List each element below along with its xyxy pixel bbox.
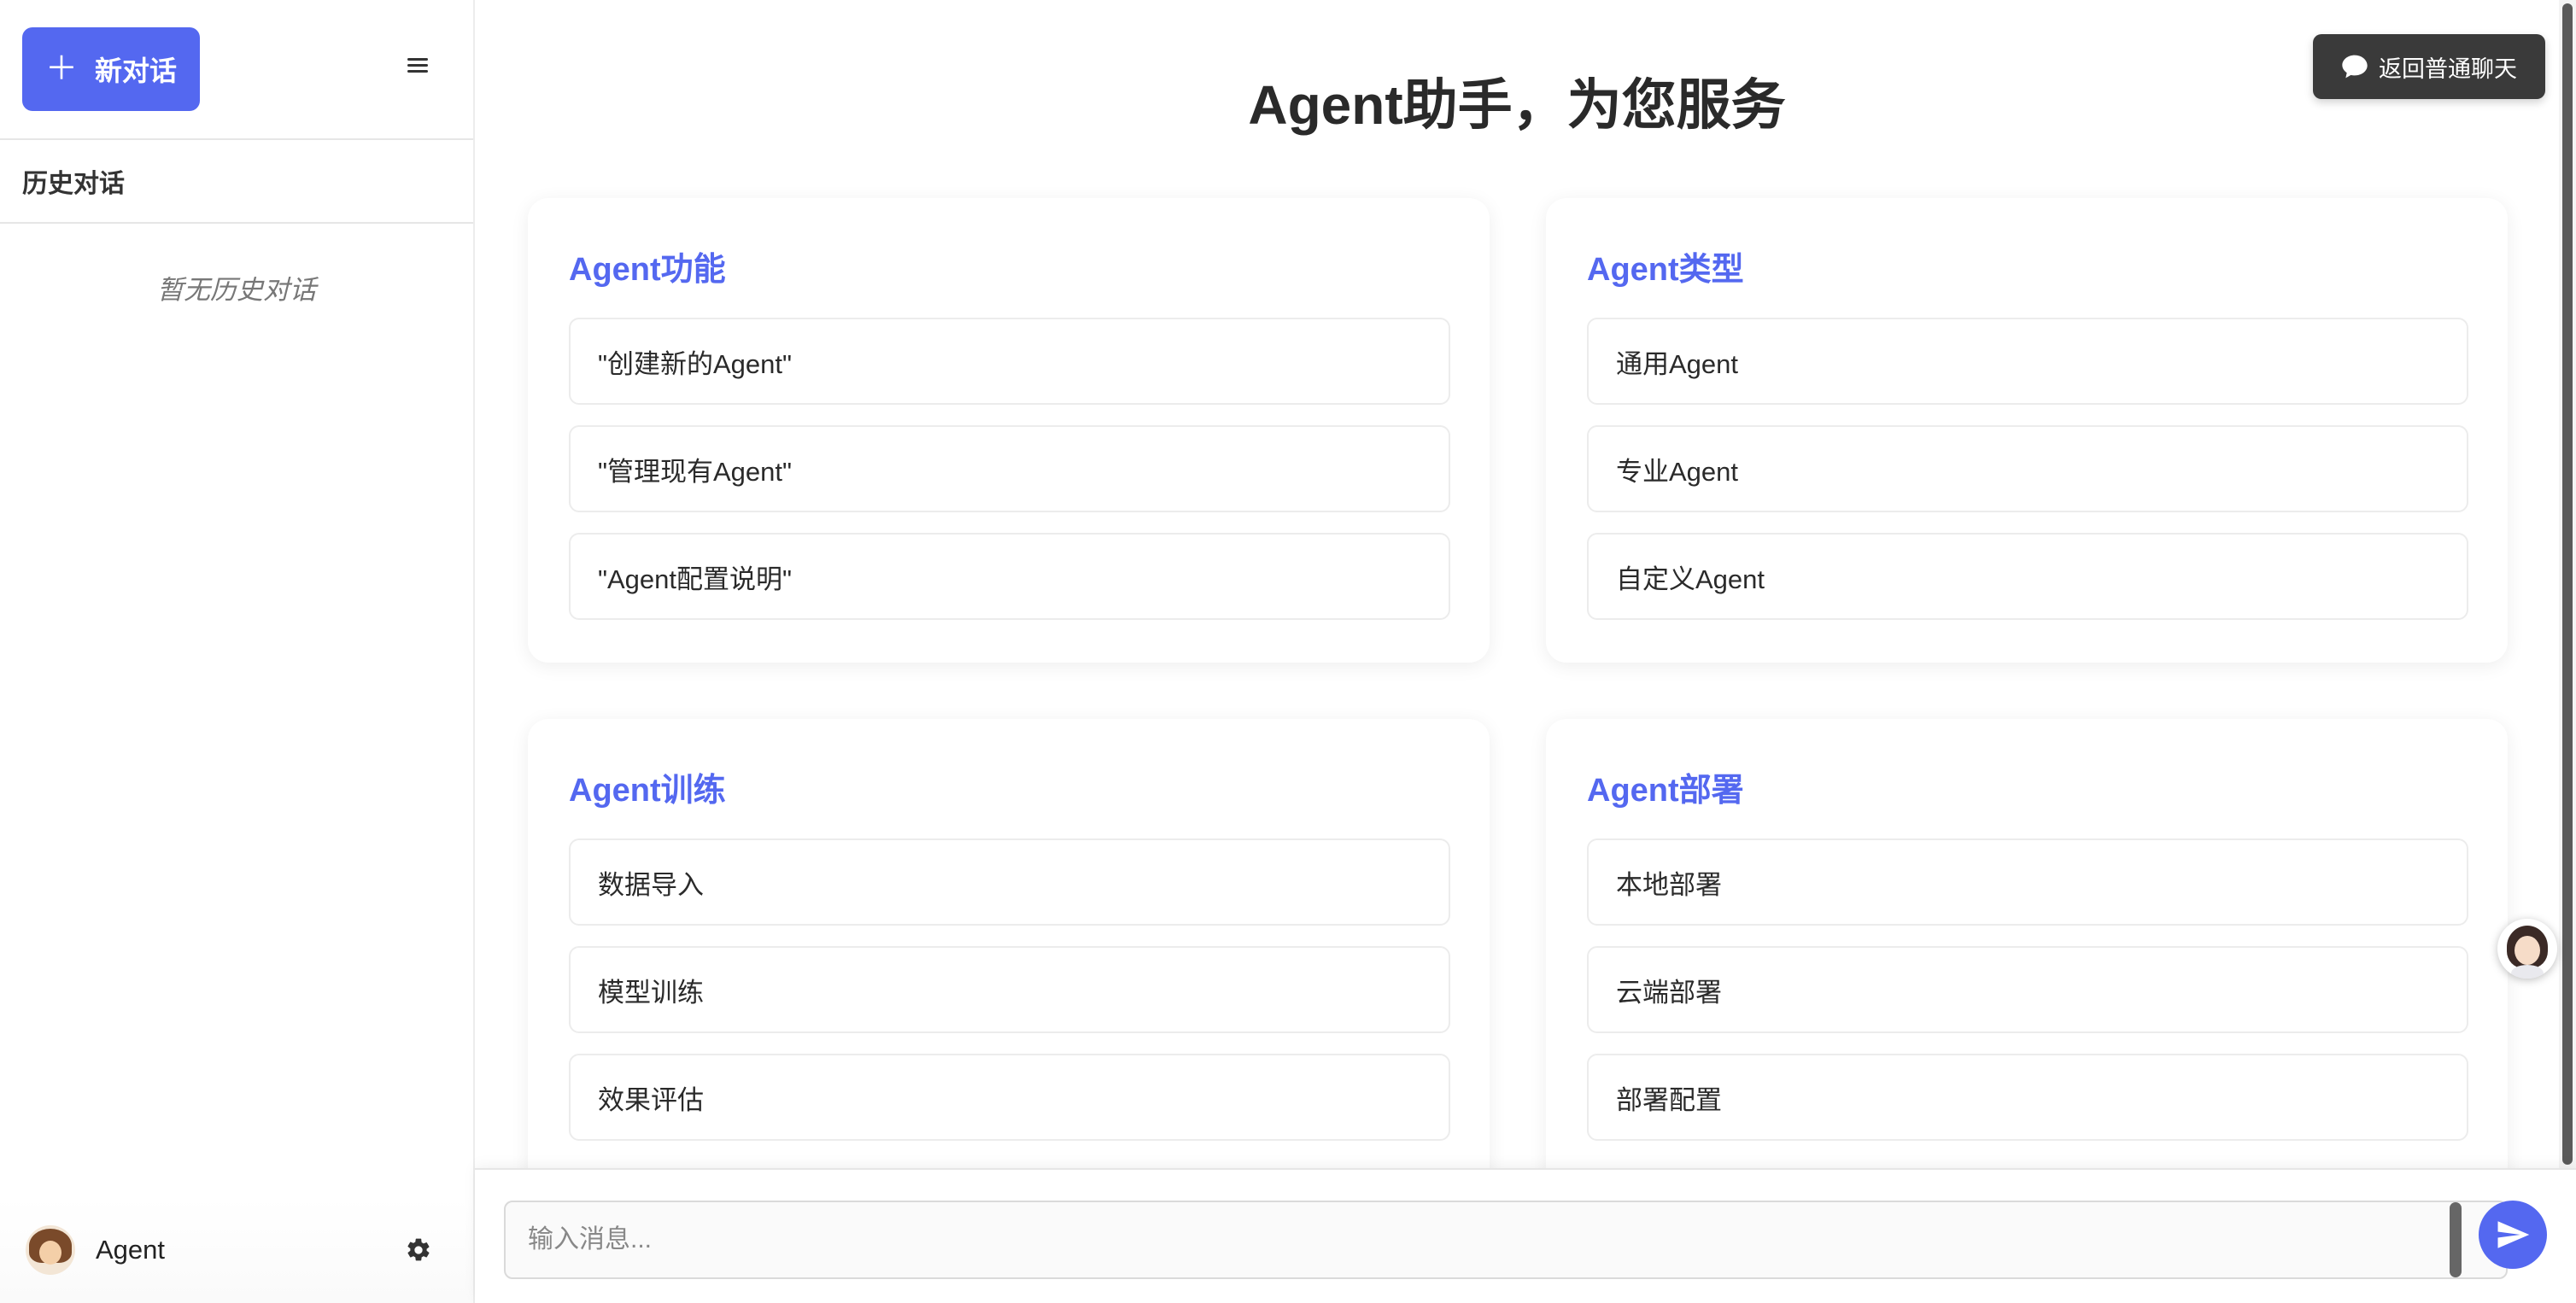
sidebar-header: ＋ 新对话 xyxy=(0,0,473,140)
card-agent-functions: Agent功能 "创建新的Agent" "管理现有Agent" "Agent配置… xyxy=(528,198,1490,663)
page-title: Agent助手，为您服务 xyxy=(1248,74,1786,136)
card-title: Agent训练 xyxy=(569,773,726,809)
user-name: Agent xyxy=(96,1235,166,1265)
chat-bubble-icon xyxy=(2342,55,2368,79)
card-item[interactable]: 云端部署 xyxy=(1587,946,2468,1033)
app: ＋ 新对话 历史对话 暂无历史对话 Agent Agent助手，为您服务 返回普… xyxy=(0,0,2576,1303)
user-panel: Agent xyxy=(0,1197,473,1303)
scrollbar-thumb[interactable] xyxy=(2562,3,2573,1165)
card-item[interactable]: 部署配置 xyxy=(1587,1054,2468,1141)
card-title: Agent部署 xyxy=(1587,773,1744,809)
send-icon xyxy=(2497,1221,2530,1248)
menu-icon[interactable] xyxy=(405,53,432,79)
new-chat-button[interactable]: ＋ 新对话 xyxy=(22,27,200,111)
input-scrollbar[interactable] xyxy=(2450,1202,2462,1277)
card-title: Agent功能 xyxy=(569,252,726,288)
history-empty-text: 暂无历史对话 xyxy=(157,275,316,305)
card-item[interactable]: 本地部署 xyxy=(1587,838,2468,926)
new-chat-label: 新对话 xyxy=(95,56,178,86)
sidebar: ＋ 新对话 历史对话 暂无历史对话 Agent xyxy=(0,0,475,1303)
gear-icon[interactable] xyxy=(405,1236,432,1264)
history-title: 历史对话 xyxy=(0,140,473,224)
avatar[interactable] xyxy=(26,1225,75,1275)
card-item[interactable]: "Agent配置说明" xyxy=(569,533,1450,620)
card-agent-training: Agent训练 数据导入 模型训练 效果评估 xyxy=(528,719,1490,1197)
card-item[interactable]: 数据导入 xyxy=(569,838,1450,926)
message-input-bar xyxy=(475,1168,2576,1303)
plus-icon: ＋ xyxy=(44,51,78,87)
card-title: Agent类型 xyxy=(1587,252,1744,288)
send-button[interactable] xyxy=(2479,1201,2547,1269)
message-input[interactable] xyxy=(504,1201,2508,1279)
card-item[interactable]: "管理现有Agent" xyxy=(569,425,1450,512)
back-to-chat-button[interactable]: 返回普通聊天 xyxy=(2313,34,2545,99)
card-item[interactable]: 模型训练 xyxy=(569,946,1450,1033)
main-content: Agent助手，为您服务 返回普通聊天 Agent功能 "创建新的Agent" … xyxy=(475,0,2559,1303)
page-scrollbar[interactable] xyxy=(2559,0,2576,1168)
back-button-label: 返回普通聊天 xyxy=(2379,56,2517,82)
card-item[interactable]: "创建新的Agent" xyxy=(569,318,1450,405)
assistant-avatar-float[interactable] xyxy=(2497,919,2557,979)
card-item[interactable]: 自定义Agent xyxy=(1587,533,2468,620)
card-item[interactable]: 通用Agent xyxy=(1587,318,2468,405)
card-agent-deployment: Agent部署 本地部署 云端部署 部署配置 xyxy=(1546,719,2508,1197)
card-item[interactable]: 效果评估 xyxy=(569,1054,1450,1141)
card-item[interactable]: 专业Agent xyxy=(1587,425,2468,512)
card-agent-types: Agent类型 通用Agent 专业Agent 自定义Agent xyxy=(1546,198,2508,663)
